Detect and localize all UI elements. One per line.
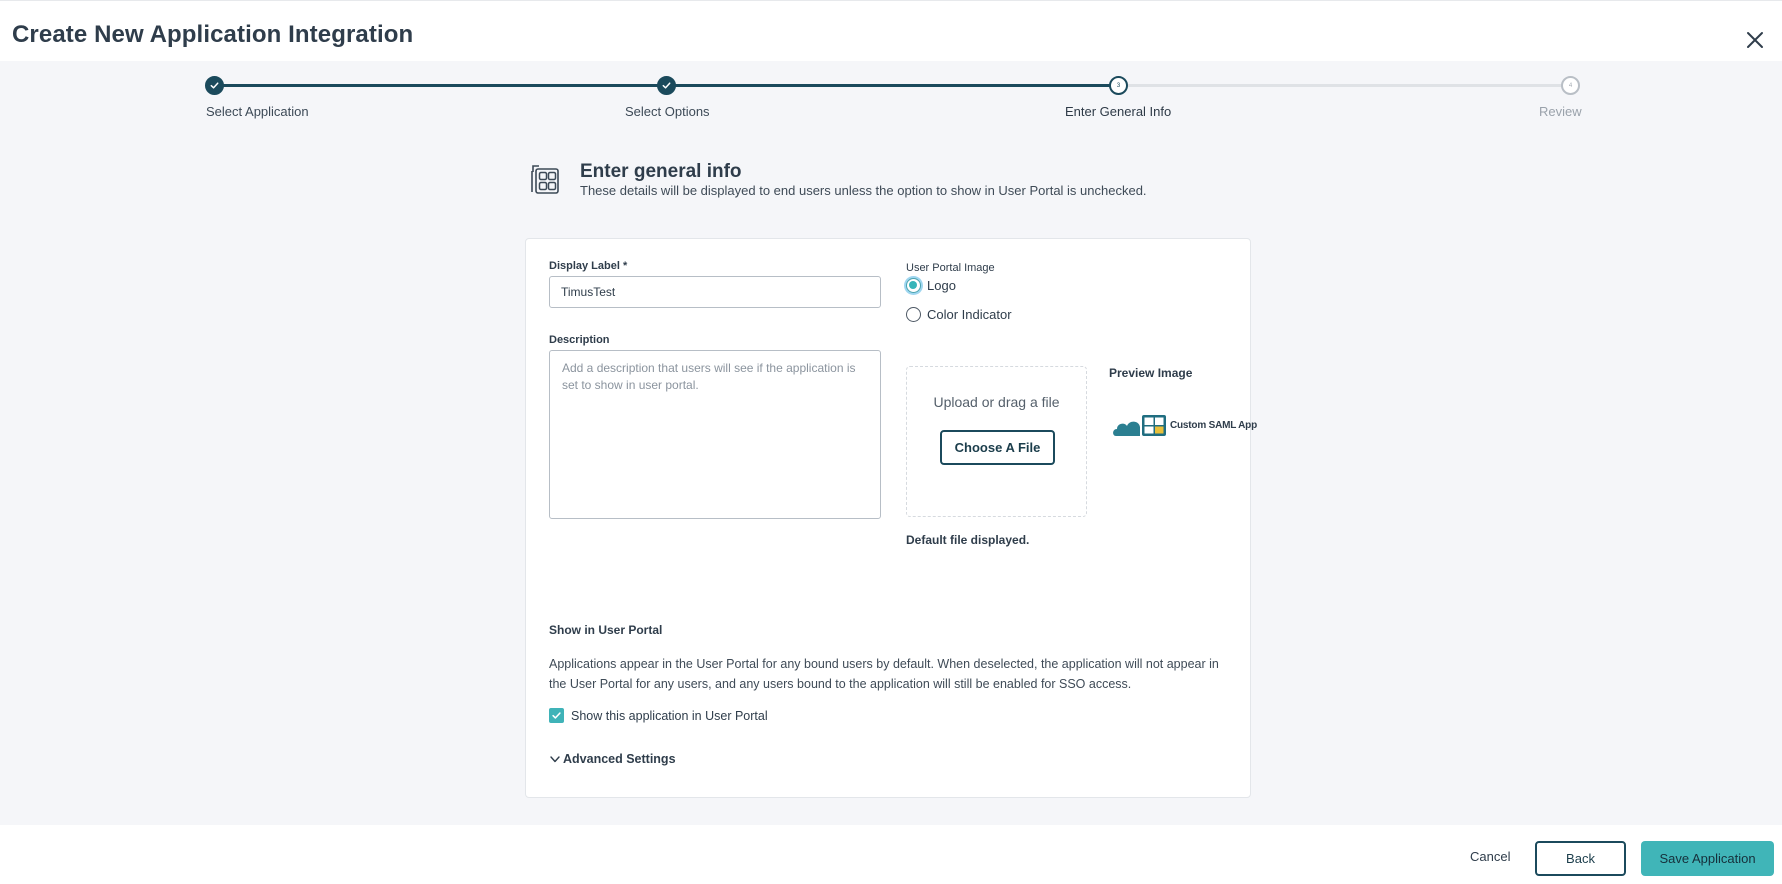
description-textarea[interactable]: Add a description that users will see if… — [549, 350, 881, 519]
radio-color-indicator-label: Color Indicator — [927, 307, 1012, 322]
default-file-note: Default file displayed. — [906, 533, 1030, 547]
step-4-pending: 4 — [1561, 76, 1580, 95]
cancel-button[interactable]: Cancel — [1470, 841, 1510, 871]
page-title: Create New Application Integration — [12, 21, 414, 48]
modal-content: 3 4 Select Application Select Options En… — [0, 61, 1782, 825]
choose-file-button[interactable]: Choose A File — [940, 430, 1055, 465]
step-connector-2 — [667, 84, 1119, 87]
step-1-complete-icon — [205, 76, 224, 95]
description-label: Description — [549, 334, 610, 346]
step-label-review: Review — [1539, 104, 1582, 119]
radio-logo-button[interactable] — [906, 278, 921, 293]
show-in-user-portal-description: Applications appear in the User Portal f… — [549, 657, 1219, 691]
user-portal-image-label: User Portal Image — [906, 262, 995, 274]
show-in-portal-checkbox-row[interactable]: Show this application in User Portal — [549, 708, 768, 723]
step-3-number: 3 — [1116, 82, 1121, 89]
step-3-current: 3 — [1109, 76, 1128, 95]
preview-logo-text: Custom SAML App — [1170, 419, 1257, 431]
show-in-portal-checkbox-label: Show this application in User Portal — [571, 708, 768, 723]
close-icon[interactable] — [1740, 25, 1770, 55]
general-info-form: Display Label * TimusTest Description Ad… — [525, 238, 1257, 798]
show-in-portal-checkbox[interactable] — [549, 708, 564, 723]
step-4-number: 4 — [1568, 82, 1573, 89]
progress-stepper: 3 4 Select Application Select Options En… — [0, 61, 1782, 131]
radio-color-indicator-button[interactable] — [906, 307, 921, 322]
radio-logo[interactable]: Logo — [906, 278, 956, 293]
back-button[interactable]: Back — [1535, 841, 1626, 876]
radio-color-indicator[interactable]: Color Indicator — [906, 307, 1012, 322]
section-title: Enter general info — [580, 161, 742, 182]
show-in-user-portal-title: Show in User Portal — [549, 623, 663, 637]
modal-header: Create New Application Integration — [0, 0, 1782, 61]
advanced-settings-label: Advanced Settings — [563, 752, 676, 766]
preview-logo: Custom SAML App — [1112, 412, 1257, 438]
step-label-select-options: Select Options — [625, 104, 710, 119]
file-dropzone[interactable]: Upload or drag a file Choose A File — [906, 366, 1087, 517]
modal-footer: Cancel Back Save Application — [0, 825, 1782, 884]
apps-grid-icon — [529, 163, 561, 195]
display-label-input[interactable]: TimusTest — [549, 276, 881, 308]
saml-app-logo-icon — [1113, 415, 1166, 436]
save-application-button[interactable]: Save Application — [1641, 841, 1774, 876]
display-label-label: Display Label * — [549, 260, 628, 272]
radio-logo-label: Logo — [927, 278, 956, 293]
step-connector-3 — [1119, 84, 1571, 87]
step-label-select-application: Select Application — [206, 104, 309, 119]
step-connector-1 — [215, 84, 667, 87]
chevron-down-icon — [550, 756, 560, 763]
advanced-settings-toggle[interactable]: Advanced Settings — [549, 752, 676, 766]
preview-image-title: Preview Image — [1109, 366, 1193, 380]
step-label-enter-general-info: Enter General Info — [1065, 104, 1172, 119]
step-2-complete-icon — [657, 76, 676, 95]
section-subtitle: These details will be displayed to end u… — [580, 183, 1147, 198]
dropzone-text: Upload or drag a file — [933, 394, 1060, 410]
